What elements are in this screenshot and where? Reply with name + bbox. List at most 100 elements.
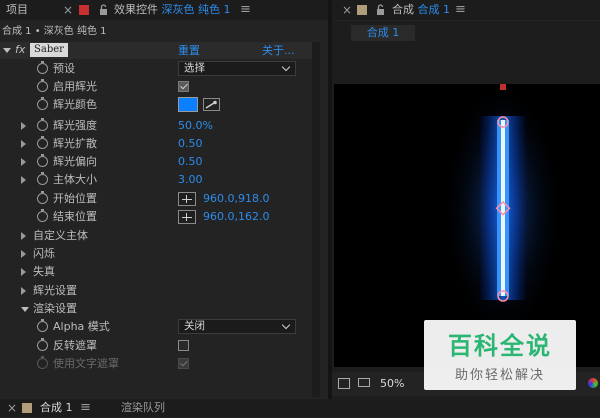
stopwatch-icon[interactable] <box>37 172 48 185</box>
stopwatch-icon[interactable] <box>37 319 48 332</box>
stopwatch-icon[interactable] <box>37 79 48 92</box>
tab-effects-target: 深灰色 纯色 1 <box>161 3 231 16</box>
monitor-icon[interactable] <box>358 378 370 387</box>
param-row-glow-color: 辉光颜色 <box>0 96 312 114</box>
zoom-level[interactable]: 50% <box>380 376 404 392</box>
watermark-logo: 百科全说 助你轻松解决 <box>424 320 576 390</box>
group-row[interactable]: 自定义主体 <box>0 227 312 245</box>
group-label: 失真 <box>33 265 55 278</box>
snapshot-icon[interactable] <box>338 378 350 389</box>
effect-header-row[interactable]: fx Saber 重置 关于... <box>0 42 312 59</box>
glow-intensity-value[interactable]: 50.0% <box>178 117 213 135</box>
lock-icon[interactable] <box>99 0 108 20</box>
crosshair-icon[interactable] <box>178 192 196 206</box>
core-size-value[interactable]: 3.00 <box>178 171 203 189</box>
timeline-tab-bar: × 合成 1 ≡ 渲染队列 <box>0 399 600 417</box>
param-label: 辉光颜色 <box>53 98 97 111</box>
glow-spread-value[interactable]: 0.50 <box>178 135 203 153</box>
stopwatch-icon[interactable] <box>37 209 48 222</box>
group-label: 辉光设置 <box>33 284 77 297</box>
param-label: 开始位置 <box>53 192 97 205</box>
close-icon[interactable]: × <box>7 398 17 418</box>
param-label: 启用辉光 <box>53 80 97 93</box>
stopwatch-icon[interactable] <box>37 154 48 167</box>
comp-panel-color-icon <box>357 5 367 15</box>
reset-link[interactable]: 重置 <box>178 42 200 59</box>
param-label: 主体大小 <box>53 173 97 186</box>
color-channels-icon[interactable] <box>588 378 598 388</box>
tab-effects-controls[interactable]: 效果控件 深灰色 纯色 1 <box>114 0 231 20</box>
stopwatch-icon[interactable] <box>37 97 48 110</box>
comp-flowchart-tab[interactable]: 合成 1 <box>351 25 415 41</box>
group-row[interactable]: 闪烁 <box>0 245 312 263</box>
stopwatch-icon[interactable] <box>37 338 48 351</box>
param-label: 反转遮罩 <box>53 339 97 352</box>
fx-icon[interactable]: fx <box>15 43 25 56</box>
close-icon[interactable]: × <box>63 0 73 20</box>
watermark-subtitle: 助你轻松解决 <box>454 368 545 383</box>
group-label: 渲染设置 <box>33 302 77 315</box>
crosshair-icon[interactable] <box>178 210 196 224</box>
param-label: 辉光强度 <box>53 119 97 132</box>
expand-triangle-icon[interactable] <box>21 268 26 276</box>
eyedropper-icon[interactable] <box>203 98 220 111</box>
tab-comp-label: 合成 <box>392 3 414 16</box>
param-label: 辉光扩散 <box>53 137 97 150</box>
param-row-glow-spread: 辉光扩散 0.50 <box>0 135 312 153</box>
panel-menu-icon[interactable]: ≡ <box>240 0 251 20</box>
close-icon[interactable]: × <box>342 0 352 20</box>
group-row[interactable]: 渲染设置 <box>0 300 312 318</box>
expand-triangle-icon[interactable] <box>21 287 26 295</box>
collapse-triangle-icon[interactable] <box>21 307 29 312</box>
stopwatch-icon[interactable] <box>37 191 48 204</box>
glow-color-swatch[interactable] <box>178 97 198 112</box>
collapse-triangle-icon[interactable] <box>3 48 11 53</box>
param-row-use-text-mask: 使用文字遮罩 <box>0 355 312 373</box>
expand-triangle-icon[interactable] <box>21 122 26 130</box>
tab-timeline-comp[interactable]: 合成 1 <box>40 398 73 418</box>
effect-name[interactable]: Saber <box>30 43 68 57</box>
group-row[interactable]: 辉光设置 <box>0 282 312 300</box>
effects-panel-color-icon <box>79 5 89 15</box>
expand-triangle-icon[interactable] <box>21 232 26 240</box>
timeline-color-icon <box>22 403 32 413</box>
invert-mask-checkbox[interactable] <box>178 340 189 351</box>
glow-bias-value[interactable]: 0.50 <box>178 153 203 171</box>
expand-triangle-icon[interactable] <box>21 176 26 184</box>
param-row-core-size: 主体大小 3.00 <box>0 171 312 189</box>
lock-icon[interactable] <box>376 0 385 20</box>
tab-render-queue[interactable]: 渲染队列 <box>121 398 165 418</box>
tab-effects-label: 效果控件 <box>114 3 158 16</box>
stopwatch-icon[interactable] <box>37 61 48 74</box>
preset-dropdown[interactable]: 选择 <box>178 61 296 76</box>
alpha-mode-dropdown[interactable]: 关闭 <box>178 319 296 334</box>
vertical-scrollbar[interactable] <box>312 42 320 397</box>
tab-project[interactable]: 项目 <box>6 0 28 20</box>
param-label: 使用文字遮罩 <box>53 357 119 370</box>
expand-triangle-icon[interactable] <box>21 250 26 258</box>
stopwatch-icon[interactable] <box>37 118 48 131</box>
param-row-enable-glow: 启用辉光 <box>0 78 312 96</box>
expand-triangle-icon[interactable] <box>21 158 26 166</box>
panel-menu-icon[interactable]: ≡ <box>80 398 91 418</box>
start-position-value[interactable]: 960.0,918.0 <box>203 190 269 208</box>
tab-comp-target: 合成 1 <box>417 3 451 16</box>
param-row-start-position: 开始位置 960.0,918.0 <box>0 190 312 208</box>
use-text-mask-checkbox <box>178 358 189 369</box>
panel-menu-icon[interactable]: ≡ <box>455 0 466 20</box>
param-label: 预设 <box>53 62 75 75</box>
end-position-value[interactable]: 960.0,162.0 <box>203 208 269 226</box>
top-tab-bar: 项目 × 效果控件 深灰色 纯色 1 ≡ × 合成 合成 1 ≡ <box>0 0 600 20</box>
enable-glow-checkbox[interactable] <box>178 81 189 92</box>
param-row-glow-intensity: 辉光强度 50.0% <box>0 117 312 135</box>
group-row[interactable]: 失真 <box>0 263 312 281</box>
tab-composition[interactable]: 合成 合成 1 <box>392 0 450 20</box>
expand-triangle-icon[interactable] <box>21 140 26 148</box>
stopwatch-icon[interactable] <box>37 136 48 149</box>
alpha-mode-value: 关闭 <box>184 320 205 332</box>
param-row-end-position: 结束位置 960.0,162.0 <box>0 208 312 226</box>
anchor-marker-icon[interactable] <box>500 84 506 90</box>
param-row-alpha-mode: Alpha 模式 关闭 <box>0 318 312 336</box>
about-link[interactable]: 关于... <box>262 42 295 59</box>
chevron-down-icon <box>281 62 291 72</box>
